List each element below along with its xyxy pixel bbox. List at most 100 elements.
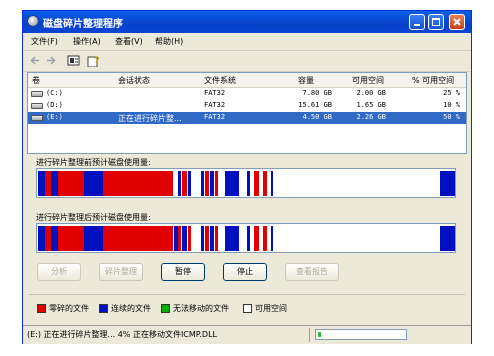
contiguous-block [84,171,103,196]
close-icon [453,18,461,26]
column-percent-free[interactable]: % 可用空间 [412,75,454,86]
volume-name: (D:) [46,101,63,109]
fragmented-block [205,226,209,251]
toolbar: ? [23,50,471,72]
volume-percent: 25 % [443,89,460,97]
contiguous-block [271,171,273,196]
menu-action[interactable]: 操作(A) [73,36,101,47]
volume-row-d[interactable]: (D:) FAT32 15.61 GB 1.65 GB 10 % [28,100,466,112]
close-button[interactable] [449,14,465,30]
after-defrag-label: 进行碎片整理后预计磁盘使用量: [36,213,151,222]
volume-status: 正在进行碎片整... [118,114,182,123]
contiguous-block [38,226,45,251]
column-session-status[interactable]: 会话状态 [118,75,150,86]
after-defrag-map [36,223,456,253]
fragmented-block [103,171,173,196]
fragmented-block [182,171,187,196]
drive-icon [31,103,43,109]
contiguous-block [182,226,187,251]
fragmented-block [103,226,173,251]
fragmented-swatch [37,304,46,313]
view-report-button[interactable]: 查看报告 [285,263,339,281]
volume-name: (E:) [46,113,63,121]
volume-capacity: 15.61 GB [298,101,332,109]
legend-label: 连续的文件 [111,304,151,313]
analyze-button[interactable]: 分析 [37,263,81,281]
disk-defrag-icon [27,15,39,27]
separator [29,294,465,295]
drive-icon [31,91,43,97]
contiguous-block [440,226,455,251]
fragmented-block [58,226,84,251]
contiguous-block [225,171,239,196]
contiguous-block [51,226,58,251]
properties-view-icon[interactable] [67,54,80,67]
fragmented-block [188,226,191,251]
before-defrag-label: 进行碎片整理前预计磁盘使用量: [36,158,151,167]
status-divider [309,328,310,342]
contiguous-swatch [99,304,108,313]
column-capacity[interactable]: 容量 [298,75,314,86]
column-volume[interactable]: 卷 [32,75,40,86]
menu-file[interactable]: 文件(F) [31,36,58,47]
volume-capacity: 4.50 GB [302,113,332,121]
free-space-swatch [243,304,252,313]
fragmented-block [205,171,209,196]
back-arrow-icon[interactable] [29,54,41,67]
volume-list[interactable]: 卷 会话状态 文件系统 容量 可用空间 % 可用空间 (C:) FAT32 7.… [27,72,467,154]
fragmented-block [263,226,267,251]
contiguous-block [225,226,239,251]
contiguous-block [51,171,58,196]
volume-fs: FAT32 [204,101,226,109]
fragmented-block [178,226,181,251]
volume-list-header: 卷 会话状态 文件系统 容量 可用空间 % 可用空间 [28,73,466,88]
forward-arrow-icon[interactable] [45,54,57,67]
contiguous-block [247,226,250,251]
volume-name: (C:) [46,89,63,97]
menu-bar: 文件(F) 操作(A) 查看(V) 帮助(H) [23,34,471,49]
contiguous-block [210,171,214,196]
minimize-icon [414,24,420,26]
pause-button[interactable]: 暂停 [161,263,205,281]
maximize-icon [432,18,440,26]
fragmented-block [58,171,84,196]
maximize-button[interactable] [428,14,444,30]
stop-button[interactable]: 停止 [223,263,267,281]
before-defrag-map [36,168,456,198]
contiguous-block [188,171,191,196]
status-bar: (E:) 正在进行碎片整理... 4% 正在移动文件ICMP.DLL [23,325,471,344]
legend-label: 无法移动的文件 [173,304,229,313]
contiguous-block [271,226,273,251]
menu-help[interactable]: 帮助(H) [155,36,183,47]
defragment-button[interactable]: 碎片整理 [99,263,143,281]
minimize-button[interactable] [409,14,425,30]
contiguous-block [201,226,204,251]
contiguous-block [440,171,455,196]
contiguous-block [210,226,214,251]
fragmented-block [263,171,267,196]
volume-row-c[interactable]: (C:) FAT32 7.80 GB 2.00 GB 25 % [28,88,466,100]
defrag-window: 磁盘碎片整理程序 文件(F) 操作(A) 查看(V) 帮助(H) ? 卷 会话状… [22,10,472,344]
volume-capacity: 7.80 GB [302,89,332,97]
help-icon[interactable]: ? [87,54,101,67]
contiguous-block [201,171,204,196]
fragmented-block [215,226,218,251]
contiguous-block [38,171,45,196]
menu-view[interactable]: 查看(V) [115,36,143,47]
title-bar[interactable]: 磁盘碎片整理程序 [23,11,471,33]
status-text: (E:) 正在进行碎片整理... 4% 正在移动文件ICMP.DLL [27,330,217,339]
legend-label: 零碎的文件 [49,304,89,313]
contiguous-block [84,226,103,251]
fragmented-block [254,171,259,196]
progress-fill [318,332,321,337]
column-file-system[interactable]: 文件系统 [204,75,236,86]
fragmented-block [215,171,218,196]
volume-fs: FAT32 [204,113,226,121]
fragmented-block [254,226,259,251]
contiguous-block [178,171,181,196]
drive-icon [31,115,43,121]
volume-percent: 10 % [443,101,460,109]
column-free-space[interactable]: 可用空间 [352,75,384,86]
window-title: 磁盘碎片整理程序 [43,19,123,30]
volume-row-e[interactable]: (E:) 正在进行碎片整... FAT32 4.50 GB 2.26 GB 50… [28,112,466,124]
